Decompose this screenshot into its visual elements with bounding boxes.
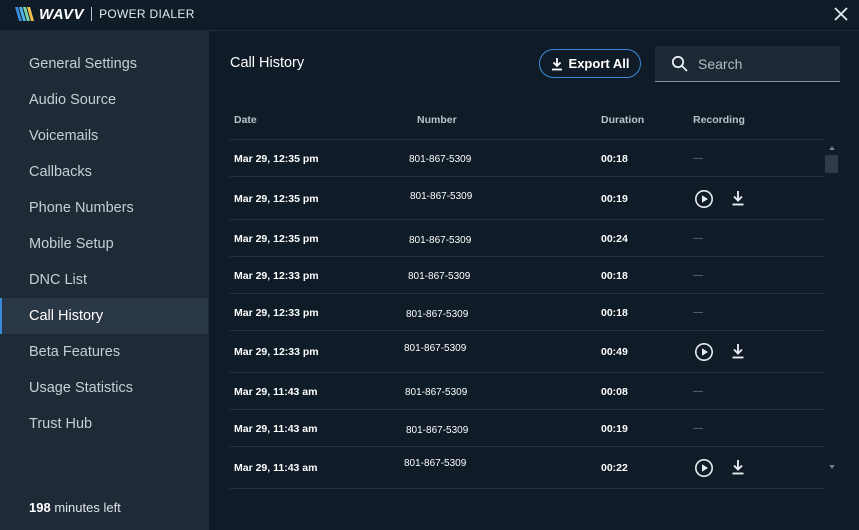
table-row: Mar 29, 12:35 pm 801-867-5309 00:24 — (230, 220, 823, 257)
sidebar-item-usage-statistics[interactable]: Usage Statistics (0, 370, 208, 406)
call-duration: 00:18 (601, 307, 628, 319)
sidebar-item-mobile-setup[interactable]: Mobile Setup (0, 226, 208, 262)
call-duration: 00:08 (601, 386, 628, 398)
call-duration: 00:24 (601, 233, 628, 245)
minutes-remaining: 198 minutes left (29, 500, 121, 515)
no-recording-dash: — (693, 423, 703, 434)
download-recording-icon[interactable] (730, 458, 746, 476)
export-all-label: Export All (568, 56, 630, 71)
call-number: 801-867-5309 (405, 387, 468, 398)
call-date: Mar 29, 12:35 pm (234, 233, 319, 245)
column-header-recording[interactable]: Recording (693, 114, 745, 126)
call-date: Mar 29, 11:43 am (234, 462, 318, 474)
call-history-panel: Call History Export All Date Number Dura… (209, 31, 859, 530)
close-icon[interactable] (831, 4, 851, 24)
search-box (655, 46, 840, 82)
table-row: Mar 29, 12:33 pm 801-867-5309 00:18 — (230, 257, 823, 294)
call-date: Mar 29, 12:33 pm (234, 307, 319, 319)
call-number: 801-867-5309 (404, 458, 467, 469)
column-header-date[interactable]: Date (234, 114, 257, 126)
table-row: Mar 29, 12:35 pm 801-867-5309 00:18 — (230, 140, 823, 177)
column-header-number[interactable]: Number (417, 114, 457, 126)
no-recording-dash: — (693, 307, 703, 318)
call-number: 801-867-5309 (406, 425, 469, 436)
scrollbar-thumb[interactable] (825, 155, 838, 173)
call-date: Mar 29, 12:35 pm (234, 193, 319, 205)
sidebar-item-trust-hub[interactable]: Trust Hub (0, 406, 208, 442)
table-row: Mar 29, 12:33 pm 801-867-5309 00:49 (230, 331, 823, 373)
column-header-duration[interactable]: Duration (601, 114, 644, 126)
sidebar-item-call-history[interactable]: Call History (0, 298, 208, 334)
no-recording-dash: — (693, 153, 703, 164)
call-date: Mar 29, 12:33 pm (234, 270, 319, 282)
minutes-count: 198 (29, 500, 51, 515)
call-date: Mar 29, 11:43 am (234, 386, 318, 398)
export-all-button[interactable]: Export All (539, 49, 641, 78)
download-icon (551, 57, 562, 70)
call-duration: 00:49 (601, 346, 628, 358)
call-duration: 00:18 (601, 270, 628, 282)
sidebar-item-dnc-list[interactable]: DNC List (0, 262, 208, 298)
title-bar: WAVV POWER DIALER (0, 0, 859, 31)
play-recording-icon[interactable] (694, 458, 714, 478)
minutes-suffix: minutes left (50, 500, 121, 515)
sidebar-nav: General Settings Audio Source Voicemails… (0, 31, 209, 530)
sidebar-item-general-settings[interactable]: General Settings (0, 46, 208, 82)
download-recording-icon[interactable] (730, 342, 746, 360)
download-recording-icon[interactable] (730, 189, 746, 207)
sidebar-item-phone-numbers[interactable]: Phone Numbers (0, 190, 208, 226)
sidebar-item-voicemails[interactable]: Voicemails (0, 118, 208, 154)
call-date: Mar 29, 12:35 pm (234, 153, 319, 165)
scroll-down-arrow-icon[interactable] (827, 462, 837, 472)
table-row: Mar 29, 11:43 am 801-867-5309 00:19 — (230, 410, 823, 447)
play-recording-icon[interactable] (694, 189, 714, 209)
no-recording-dash: — (693, 270, 703, 281)
table-row: Mar 29, 12:35 pm 801-867-5309 00:19 (230, 177, 823, 220)
scroll-up-arrow-icon[interactable] (827, 143, 837, 153)
search-input[interactable] (698, 55, 838, 72)
call-duration: 00:19 (601, 423, 628, 435)
call-duration: 00:18 (601, 153, 628, 165)
call-number: 801-867-5309 (410, 191, 473, 202)
call-duration: 00:22 (601, 462, 628, 474)
table-row: Mar 29, 12:33 pm 801-867-5309 00:18 — (230, 294, 823, 331)
sidebar-item-audio-source[interactable]: Audio Source (0, 82, 208, 118)
call-date: Mar 29, 11:43 am (234, 423, 318, 435)
app-logo: WAVV POWER DIALER (15, 5, 195, 23)
product-name: POWER DIALER (99, 7, 195, 21)
no-recording-dash: — (693, 386, 703, 397)
wavv-logo-icon (15, 7, 34, 21)
call-number: 801-867-5309 (409, 235, 472, 246)
page-title: Call History (230, 55, 305, 71)
call-number: 801-867-5309 (408, 271, 471, 282)
call-duration: 00:19 (601, 193, 628, 205)
search-icon (671, 55, 688, 72)
call-date: Mar 29, 12:33 pm (234, 346, 319, 358)
logo-divider (91, 7, 93, 21)
table-row: Mar 29, 11:43 am 801-867-5309 00:08 — (230, 373, 823, 410)
call-number: 801-867-5309 (409, 154, 472, 165)
call-number: 801-867-5309 (404, 343, 467, 354)
table-row: Mar 29, 11:43 am 801-867-5309 00:22 (230, 447, 823, 489)
logo-wordmark: WAVV (39, 5, 85, 23)
no-recording-dash: — (693, 233, 703, 244)
sidebar-item-callbacks[interactable]: Callbacks (0, 154, 208, 190)
play-recording-icon[interactable] (694, 342, 714, 362)
call-number: 801-867-5309 (406, 309, 469, 320)
sidebar-item-beta-features[interactable]: Beta Features (0, 334, 208, 370)
